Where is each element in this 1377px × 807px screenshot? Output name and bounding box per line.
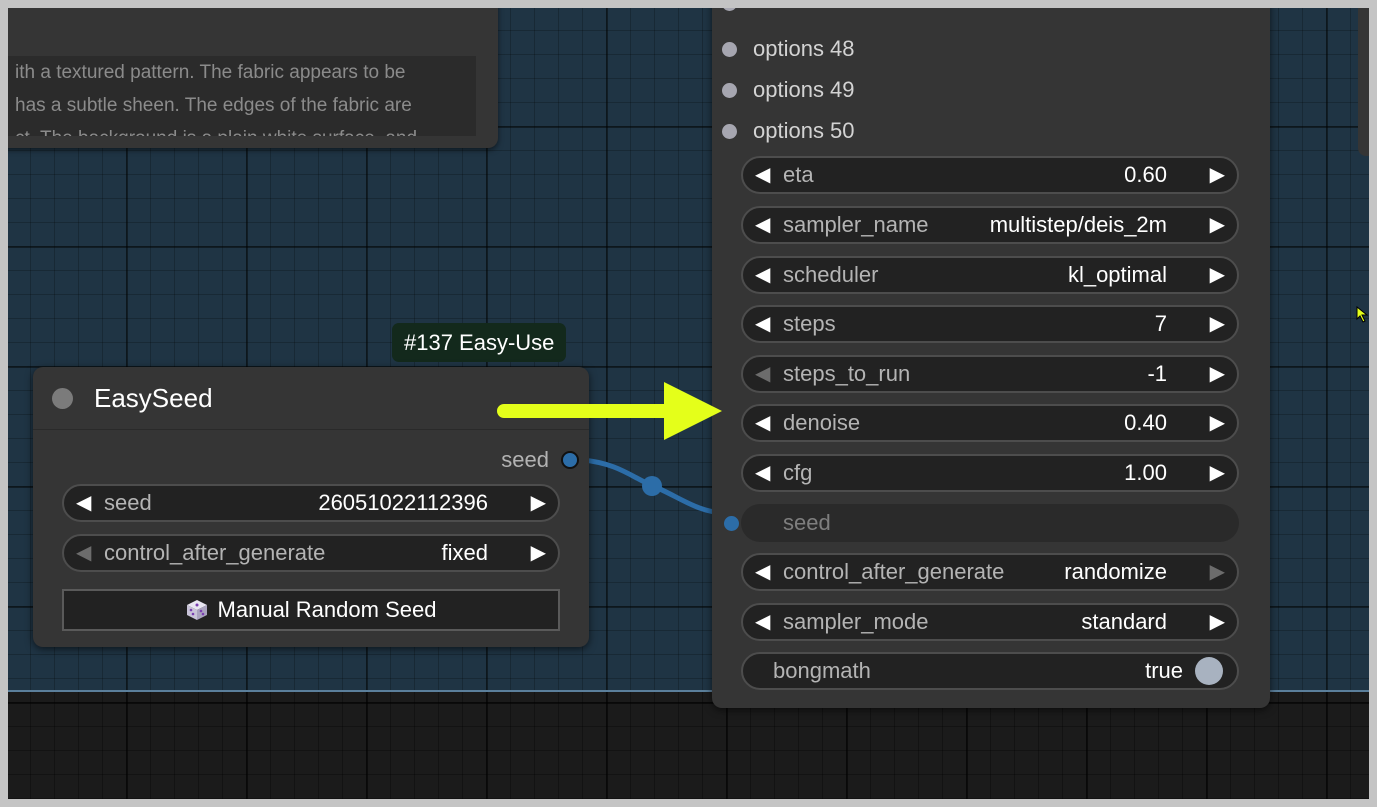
button-label: Manual Random Seed [217,597,437,622]
input-slot-dot[interactable] [722,42,737,57]
node-title: EasySeed [94,383,213,413]
arrow-left-icon[interactable]: ◀ [755,357,770,391]
widget-label: control_after_generate [104,540,326,565]
widget-value: 1.00 [1124,460,1167,485]
arrow-right-icon[interactable]: ▶ [1210,307,1225,341]
sampler-node[interactable]: options 48 options 49 options 50 ◀ eta 0… [712,8,1270,708]
widget-value: multistep/deis_2m [989,212,1167,237]
input-slot-dot[interactable] [722,8,737,11]
widget-value: kl_optimal [1067,262,1167,287]
steps-to-run-widget[interactable]: ◀ steps_to_run -1 ▶ [741,355,1239,393]
seed-input-slot[interactable]: seed [741,504,1239,542]
widget-label: steps_to_run [783,361,911,386]
bongmath-toggle[interactable]: bongmath true [741,652,1239,690]
node-badge: #137 Easy-Use [392,323,567,362]
input-slot-dot[interactable] [722,83,737,98]
yellow-pointer-arrow-icon [497,382,722,440]
input-slot-label: options 48 [753,36,855,61]
output-slot-seed[interactable] [561,451,579,469]
widget-label: steps [783,311,836,336]
arrow-right-icon[interactable]: ▶ [531,486,546,520]
widget-label: control_after_generate [783,559,1005,584]
arrow-left-icon[interactable]: ◀ [755,406,770,440]
arrow-left-icon[interactable]: ◀ [76,536,91,570]
arrow-right-icon[interactable]: ▶ [1210,258,1225,292]
arrow-right-icon[interactable]: ▶ [1210,208,1225,242]
arrow-left-icon[interactable]: ◀ [76,486,91,520]
seed-widget[interactable]: ◀ seed 26051022112396 ▶ [62,484,560,522]
widget-label: bongmath [773,658,871,683]
widget-value: -1 [1147,361,1167,386]
widget-label: scheduler [783,262,879,287]
widget-label: denoise [783,410,861,435]
arrow-right-icon[interactable]: ▶ [1210,456,1225,490]
dice-icon [186,600,207,620]
arrow-left-icon[interactable]: ◀ [755,158,770,192]
widget-label: cfg [783,460,813,485]
sampler-name-widget[interactable]: ◀ sampler_name multistep/deis_2m ▶ [741,206,1239,244]
widget-label: eta [783,162,814,187]
widget-value: standard [1081,609,1167,634]
widget-value: true [1145,658,1183,683]
arrow-right-icon[interactable]: ▶ [1210,158,1225,192]
widget-label: sampler_mode [783,609,929,634]
arrow-left-icon[interactable]: ◀ [755,258,770,292]
arrow-right-icon[interactable]: ▶ [1210,555,1225,589]
scheduler-widget[interactable]: ◀ scheduler kl_optimal ▶ [741,256,1239,294]
widget-value: 0.40 [1124,410,1167,435]
manual-random-seed-button[interactable]: Manual Random Seed [62,589,560,631]
widget-label: sampler_name [783,212,929,237]
arrow-right-icon[interactable]: ▶ [1210,605,1225,639]
arrow-right-icon[interactable]: ▶ [1210,406,1225,440]
canvas-frame[interactable]: ith a textured pattern. The fabric appea… [8,8,1369,799]
arrow-right-icon[interactable]: ▶ [531,536,546,570]
input-slot-seed-dot[interactable] [724,516,739,531]
input-slot-label: seed [783,510,831,535]
arrow-left-icon[interactable]: ◀ [755,307,770,341]
widget-value: fixed [441,540,488,565]
output-label-seed: seed [501,447,549,472]
node-collapse-dot[interactable] [52,388,73,409]
control-after-generate-widget[interactable]: ◀ control_after_generate fixed ▶ [62,534,560,572]
denoise-widget[interactable]: ◀ denoise 0.40 ▶ [741,404,1239,442]
control-after-generate-widget[interactable]: ◀ control_after_generate randomize ▶ [741,553,1239,591]
wire-midpoint-handle[interactable] [642,476,662,496]
arrow-left-icon[interactable]: ◀ [755,555,770,589]
arrow-left-icon[interactable]: ◀ [755,208,770,242]
widget-label: seed [104,490,152,515]
eta-widget[interactable]: ◀ eta 0.60 ▶ [741,156,1239,194]
widget-value: 7 [1154,311,1167,336]
cursor-icon [1356,306,1369,323]
widget-value: 0.60 [1124,162,1167,187]
input-slot-label: options 49 [753,77,855,102]
sampler-mode-widget[interactable]: ◀ sampler_mode standard ▶ [741,603,1239,641]
toggle-knob[interactable] [1195,657,1223,685]
arrow-left-icon[interactable]: ◀ [755,605,770,639]
arrow-right-icon[interactable]: ▶ [1210,357,1225,391]
arrow-left-icon[interactable]: ◀ [755,456,770,490]
input-slot-dot[interactable] [722,124,737,139]
widget-value: 26051022112396 [318,490,488,515]
steps-widget[interactable]: ◀ steps 7 ▶ [741,305,1239,343]
input-slot-label: options 50 [753,118,855,143]
cfg-widget[interactable]: ◀ cfg 1.00 ▶ [741,454,1239,492]
widget-value: randomize [1064,559,1167,584]
